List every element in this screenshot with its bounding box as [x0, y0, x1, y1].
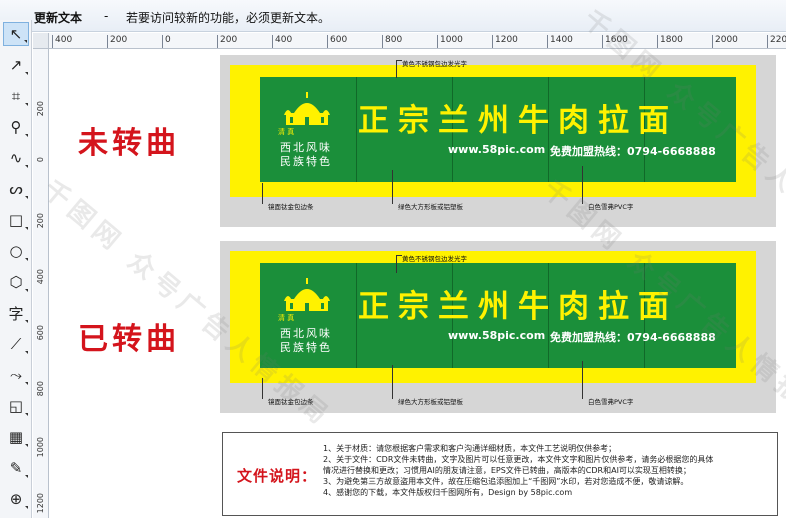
- ruler-tick-label: 600: [326, 35, 348, 48]
- ruler-corner[interactable]: [33, 33, 49, 49]
- text-tool-icon[interactable]: 字: [3, 301, 29, 325]
- notification-separator: -: [104, 9, 109, 23]
- ruler-tick-label: 200: [106, 35, 128, 48]
- coreldraw-window: 更新文本 - 若要访问较新的功能，必须更新文本。 ↖ ↗ ⌗ ⚲ ∿ ᔕ □ ○ ⬡ 字 ⟋ ⤳ ◱ ▦ ✎…: [0, 0, 786, 518]
- rectangle-tool-icon[interactable]: □: [3, 208, 29, 232]
- brand-line-2: 民族特色: [280, 341, 332, 354]
- callout-bottom-mid: 绿色大方形板或铝塑板: [398, 203, 463, 211]
- ruler-tick-label: 800: [381, 35, 403, 48]
- ruler-tick-label: 1600: [602, 35, 628, 48]
- notes-label: 文件说明：: [237, 467, 318, 485]
- signboard-converted[interactable]: 清 真 西北风味 民族特色 正宗兰州牛肉拉面 www.58pic.com 免费加…: [220, 241, 776, 413]
- ruler-tick-label: 0: [162, 35, 171, 48]
- callout-bottom-mid: 绿色大方形板或铝塑板: [398, 398, 463, 406]
- website-text: www.58pic.com: [448, 329, 546, 342]
- toolbox: ↖ ↗ ⌗ ⚲ ∿ ᔕ □ ○ ⬡ 字 ⟋ ⤳ ◱ ▦ ✎ ⊕: [0, 20, 32, 518]
- ruler-tick-label: 1800: [657, 35, 683, 48]
- signboard-green-panel: 清 真 西北风味 民族特色 正宗兰州牛肉拉面 www.58pic.com 免费加…: [260, 263, 736, 368]
- drop-shadow-tool-icon[interactable]: ◱: [3, 394, 29, 418]
- slogan-text: 正宗兰州牛肉拉面: [358, 103, 678, 139]
- notes-line: 1、关于材质：请您根据客户需求和客户沟通详细材质，本文件工艺说明仅供参考；: [323, 444, 617, 453]
- callout-bottom-left: 镜面钛金包边条: [268, 203, 314, 211]
- callout-bottom-right: 白色雪弗PVC字: [588, 203, 634, 211]
- unconverted-label: 未转曲: [78, 126, 180, 161]
- notes-line: 3、为避免第三方故意盗用本文件，故在压缩包追添图加上“千图网”水印，若对您造成不…: [323, 477, 689, 486]
- ruler-tick-label: 1200: [492, 35, 518, 48]
- transparency-tool-icon[interactable]: ▦: [3, 425, 29, 449]
- notes-line: 情况进行替换和更改；习惯用AI的朋友请注意，EPS文件已转曲，高版本的CDR和A…: [323, 466, 691, 475]
- notes-lines: 1、关于材质：请您根据客户需求和客户沟通详细材质，本文件工艺说明仅供参考； 2、关…: [323, 443, 773, 498]
- pick-tool-icon[interactable]: ↖: [3, 22, 29, 46]
- ruler-tick-label: 1000: [437, 35, 463, 48]
- vertical-ruler[interactable]: 200 0 200 400 600 800 1000 1200: [33, 49, 49, 518]
- horizontal-ruler[interactable]: 400 200 0 200 400 600 800 1000 1200 1400 1600 1800 2…: [33, 33, 786, 49]
- connector-tool-icon[interactable]: ⤳: [3, 363, 29, 387]
- notes-line: 2、关于文件：CDR文件未转曲，文字及图片可以任意更改，本文件文字和图片仅供参考…: [323, 455, 714, 464]
- shape-tool-icon[interactable]: ↗: [3, 53, 29, 77]
- ellipse-tool-icon[interactable]: ○: [3, 239, 29, 263]
- callout-top: 黄色不锈钢包边发光字: [402, 60, 467, 68]
- ruler-tick-label: 400: [51, 35, 73, 48]
- ruler-tick-label: 2200: [767, 35, 786, 48]
- slogan-text: 正宗兰州牛肉拉面: [358, 289, 678, 325]
- callout-bottom-right: 白色雪弗PVC字: [588, 398, 634, 406]
- notification-title[interactable]: 更新文本: [34, 9, 82, 26]
- ruler-tick-label: 2000: [712, 35, 738, 48]
- mosque-icon: [284, 92, 330, 125]
- notification-message: 若要访问较新的功能，必须更新文本。: [126, 11, 331, 25]
- crop-tool-icon[interactable]: ⌗: [3, 84, 29, 108]
- ruler-tick-label: 1400: [547, 35, 573, 48]
- converted-label: 已转曲: [78, 322, 180, 357]
- artistic-media-tool-icon[interactable]: ᔕ: [3, 177, 29, 201]
- brand-line-2: 民族特色: [280, 155, 332, 168]
- hotline-text: 免费加盟热线：0794-6668888: [550, 331, 716, 344]
- zoom-tool-icon[interactable]: ⚲: [3, 115, 29, 139]
- eyedropper-tool-icon[interactable]: ✎: [3, 456, 29, 480]
- notes-line: 4、感谢您的下载，本文件版权归千图网所有，Design by 58pic.com: [323, 488, 573, 497]
- hotline-text: 免费加盟热线：0794-6668888: [550, 145, 716, 158]
- signboard-green-panel: 清 真 西北风味 民族特色 正宗兰州牛肉拉面 www.58pic.com 免费加…: [260, 77, 736, 182]
- callout-top: 黄色不锈钢包边发光字: [402, 255, 467, 263]
- halal-text: 清 真: [278, 128, 295, 136]
- dimension-tool-icon[interactable]: ⟋: [3, 332, 29, 356]
- website-text: www.58pic.com: [448, 143, 546, 156]
- mosque-icon: [284, 278, 330, 311]
- freehand-tool-icon[interactable]: ∿: [3, 146, 29, 170]
- halal-text: 清 真: [278, 314, 295, 322]
- callout-bottom-left: 镜面钛金包边条: [268, 398, 314, 406]
- polygon-tool-icon[interactable]: ⬡: [3, 270, 29, 294]
- ruler-tick-label: 400: [271, 35, 293, 48]
- add-tool-icon[interactable]: ⊕: [3, 487, 29, 511]
- file-notes-box[interactable]: 文件说明： 1、关于材质：请您根据客户需求和客户沟通详细材质，本文件工艺说明仅供…: [222, 432, 778, 516]
- ruler-tick-label: 200: [216, 35, 238, 48]
- update-notification-bar: 更新文本 - 若要访问较新的功能，必须更新文本。: [0, 0, 786, 32]
